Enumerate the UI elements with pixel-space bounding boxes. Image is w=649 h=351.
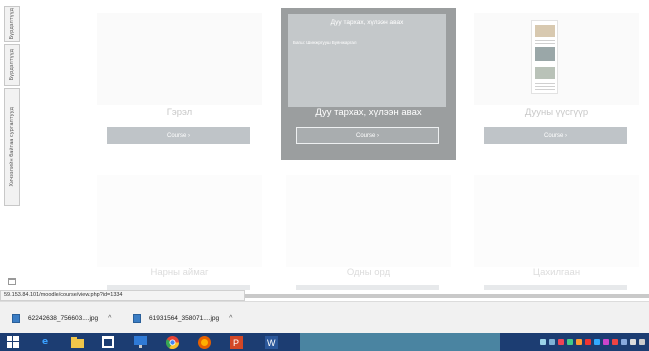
powerpoint-icon[interactable]: P bbox=[229, 335, 243, 349]
course-card-garal[interactable]: Гэрэл Course › bbox=[92, 8, 267, 160]
file-explorer-icon[interactable] bbox=[70, 335, 84, 349]
course-thumbnail-overlay: Дуу тархах, хүлээн авах Багш: Шинжргууш … bbox=[288, 14, 446, 107]
course-card-duuny-uusguur[interactable]: Дууны үүсгүүр Course › bbox=[469, 8, 644, 160]
word-icon[interactable]: W bbox=[264, 335, 278, 349]
svg-text:W: W bbox=[267, 338, 276, 348]
display-icon[interactable] bbox=[133, 335, 147, 349]
side-tab-1-label: Бүрдэлтүүд bbox=[9, 8, 15, 40]
tray-icon[interactable] bbox=[603, 339, 609, 345]
chevron-up-icon[interactable]: ^ bbox=[229, 315, 232, 322]
tray-icon[interactable] bbox=[567, 339, 573, 345]
course-thumbnail bbox=[97, 13, 262, 105]
download-filename: 62242638_756603....jpg bbox=[28, 314, 99, 322]
course-card-duu-tarkhakh[interactable]: Дуу тархах, хүлээн авах Багш: Шинжргууш … bbox=[281, 8, 456, 160]
image-file-icon bbox=[12, 313, 20, 323]
print-icon[interactable] bbox=[8, 278, 16, 285]
course-thumbnail bbox=[97, 175, 262, 267]
download-item-1[interactable]: 62242638_756603....jpg ^ bbox=[12, 311, 111, 325]
browser-viewport: Бүрдэлтүүд Бүрдэлтүүд Хичээлийн байгаа с… bbox=[0, 0, 649, 290]
windows-taskbar: e P W bbox=[0, 333, 649, 351]
course-button[interactable]: Course › bbox=[484, 127, 627, 144]
course-title[interactable]: Дуу тархах, хүлээн авах bbox=[281, 107, 456, 118]
status-bar-url: 59.153.84.101/moodle/course/view.php?id=… bbox=[0, 290, 245, 301]
side-tab-2[interactable]: Бүрдэлтүүд bbox=[4, 44, 20, 86]
download-filename: 61931564_358071....jpg bbox=[149, 314, 220, 322]
tray-icon[interactable] bbox=[540, 339, 546, 345]
tray-icon[interactable] bbox=[558, 339, 564, 345]
tray-icon[interactable] bbox=[549, 339, 555, 345]
chevron-up-icon[interactable]: ^ bbox=[108, 315, 111, 322]
course-button[interactable] bbox=[484, 285, 627, 290]
course-thumbnail bbox=[286, 175, 451, 267]
course-thumbnail bbox=[474, 13, 639, 105]
system-tray bbox=[540, 337, 645, 347]
course-card-odny-ord[interactable]: Одны орд bbox=[281, 170, 456, 290]
document-preview-image bbox=[531, 20, 558, 94]
tray-icon[interactable] bbox=[576, 339, 582, 345]
overlay-title: Дуу тархах, хүлээн авах bbox=[330, 19, 404, 26]
svg-text:P: P bbox=[233, 338, 239, 348]
course-button[interactable]: Course › bbox=[107, 127, 250, 144]
tray-icon[interactable] bbox=[585, 339, 591, 345]
tray-icon[interactable] bbox=[621, 339, 627, 345]
tray-icon[interactable] bbox=[612, 339, 618, 345]
firefox-icon[interactable] bbox=[197, 335, 211, 349]
overlay-teacher: Багш: Шинжргууш Буянжаргал bbox=[293, 40, 357, 45]
course-title[interactable]: Дууны үүсгүүр bbox=[469, 107, 644, 118]
network-icon[interactable] bbox=[630, 339, 636, 345]
course-card-narny-aimag[interactable]: Нарны аймаг bbox=[92, 170, 267, 290]
download-item-2[interactable]: 61931564_358071....jpg ^ bbox=[133, 311, 232, 325]
course-button[interactable] bbox=[296, 285, 439, 290]
chrome-icon[interactable] bbox=[165, 335, 179, 349]
tray-icon[interactable] bbox=[594, 339, 600, 345]
side-tab-1[interactable]: Бүрдэлтүүд bbox=[4, 6, 20, 42]
side-tab-3-label: Хичээлийн байгаа сургалтууд bbox=[9, 107, 15, 187]
download-bar: 62242638_756603....jpg ^ 61931564_358071… bbox=[0, 301, 649, 333]
store-icon[interactable] bbox=[101, 335, 115, 349]
course-title[interactable]: Гэрэл bbox=[92, 107, 267, 118]
course-title[interactable]: Одны орд bbox=[281, 267, 456, 278]
side-tab-2-label: Бүрдэлтүүд bbox=[9, 49, 15, 81]
horizontal-scrollbar[interactable] bbox=[245, 294, 649, 298]
course-title[interactable]: Нарны аймаг bbox=[92, 267, 267, 278]
course-title[interactable]: Цахилгаан bbox=[469, 267, 644, 278]
volume-icon[interactable] bbox=[639, 339, 645, 345]
edge-browser-icon[interactable]: e bbox=[38, 335, 52, 349]
course-thumbnail bbox=[474, 175, 639, 267]
course-card-tsakhilgaan[interactable]: Цахилгаан bbox=[469, 170, 644, 290]
side-tab-3[interactable]: Хичээлийн байгаа сургалтууд bbox=[4, 88, 20, 206]
course-button[interactable]: Course › bbox=[296, 127, 439, 144]
image-file-icon bbox=[133, 313, 141, 323]
windows-start-icon[interactable] bbox=[6, 335, 20, 349]
